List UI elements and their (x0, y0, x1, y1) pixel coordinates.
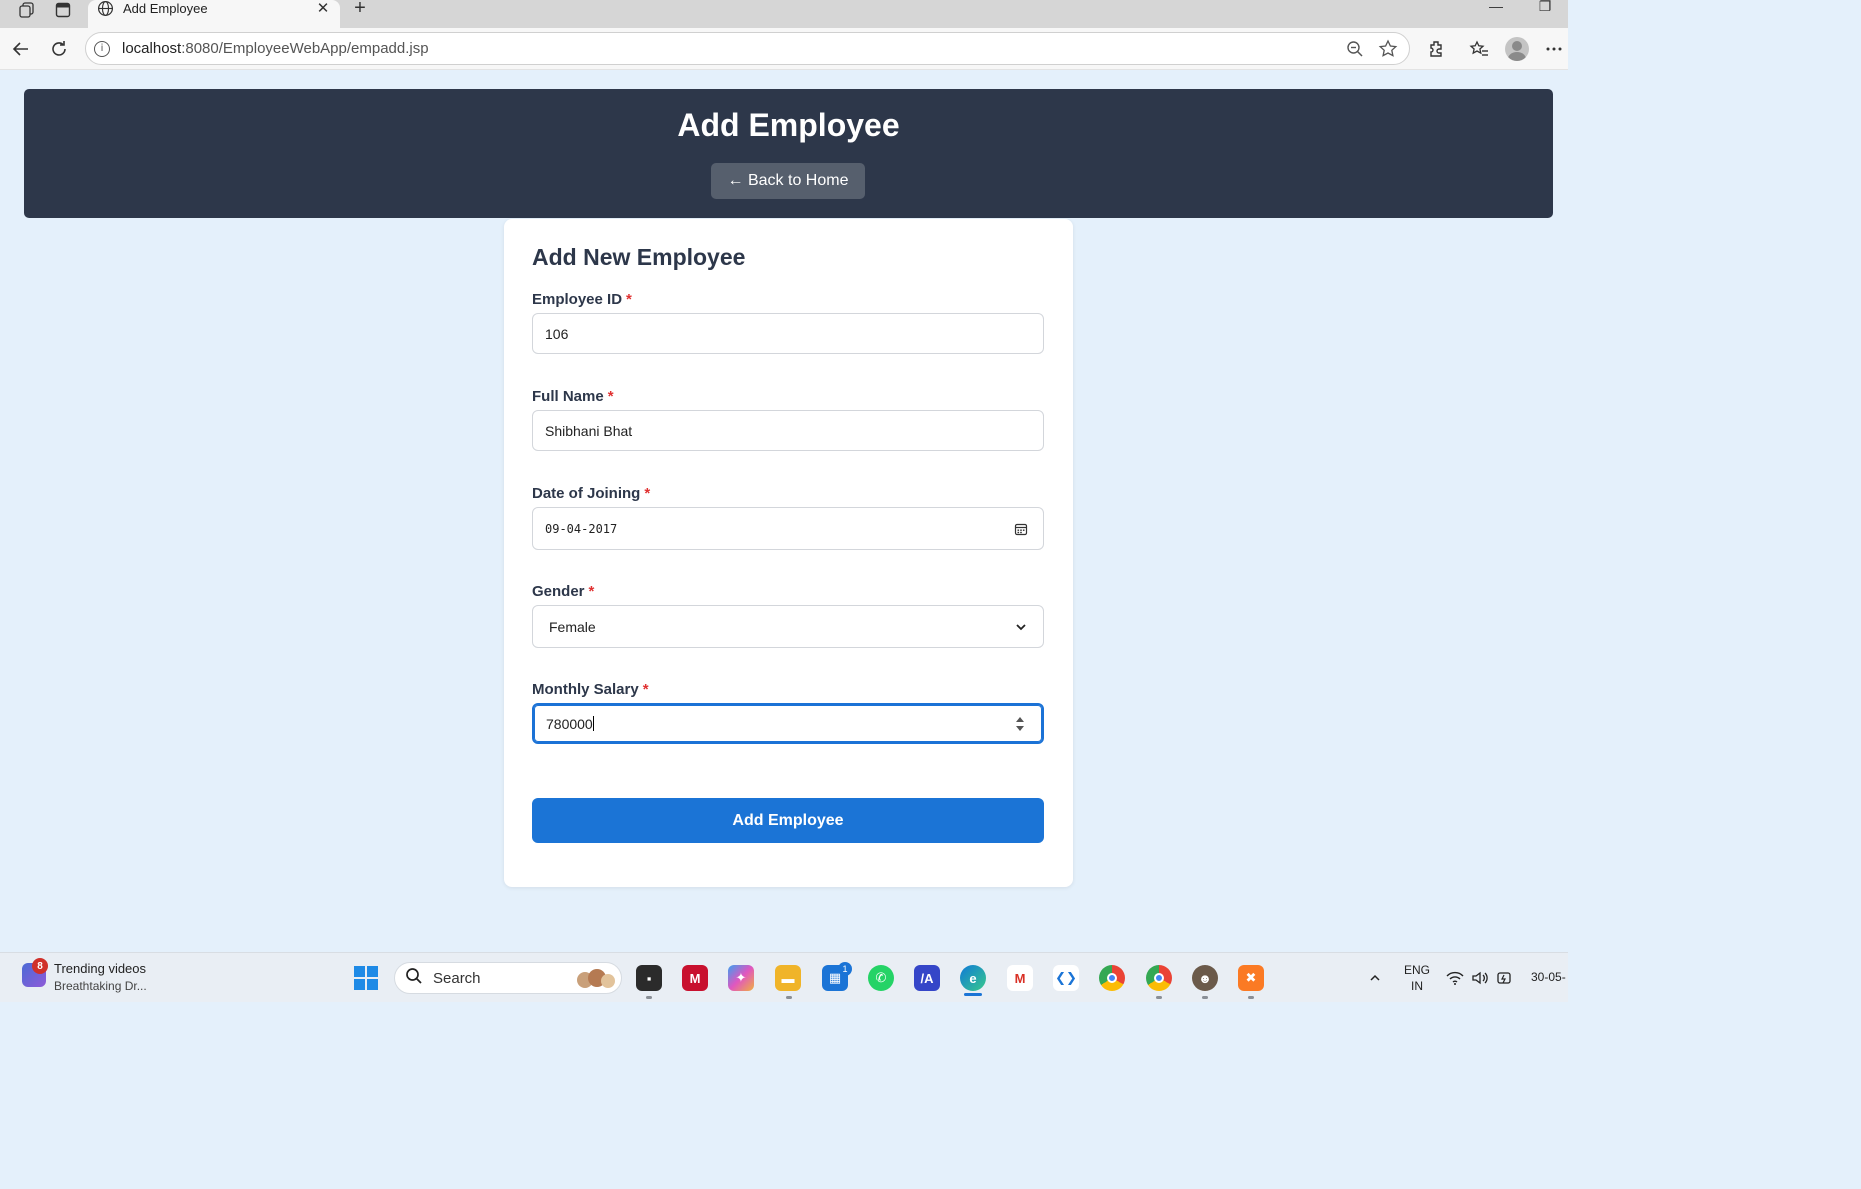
required-asterisk: * (642, 681, 649, 698)
app-avatar-icon[interactable]: ☻ (1192, 965, 1218, 991)
chrome-profile-icon[interactable] (1146, 965, 1172, 991)
employee-id-input[interactable]: 106 (532, 313, 1044, 354)
language-line1: ENG (1404, 963, 1431, 977)
employee-id-label-text: Employee ID (532, 291, 623, 308)
monthly-salary-input[interactable]: 780000 (532, 703, 1044, 744)
monthly-salary-value: 780000 (546, 715, 593, 732)
gender-value: Female (549, 618, 596, 635)
required-asterisk: * (644, 485, 651, 502)
restore-icon[interactable]: ❐ (1530, 0, 1560, 15)
windows-taskbar: 8 Trending videos Breathtaking Dr... Sea… (0, 952, 1568, 1002)
mcafee-icon[interactable]: M (682, 965, 708, 991)
date-of-joining-input[interactable]: 09-04-2017 (532, 507, 1044, 550)
employee-id-value: 106 (545, 325, 569, 342)
task-view-icon[interactable]: ▪ (636, 965, 662, 991)
gender-label-text: Gender (532, 583, 585, 600)
edge-browser-icon[interactable]: e (960, 965, 986, 991)
more-menu-icon[interactable] (1542, 37, 1566, 61)
url-host: localhost (122, 40, 182, 57)
required-asterisk: * (588, 583, 595, 600)
running-indicator (1248, 996, 1254, 999)
vertical-tabs-icon[interactable] (50, 0, 76, 20)
taskbar-search[interactable]: Search (394, 962, 622, 994)
required-asterisk: * (607, 388, 614, 405)
search-icon (405, 967, 423, 990)
refresh-icon[interactable] (46, 36, 72, 62)
page-body: Add Employee ← Back to Home Add New Empl… (4, 71, 1568, 948)
date-of-joining-label-text: Date of Joining (532, 485, 641, 502)
running-indicator (646, 996, 652, 999)
full-name-label: Full Name * (532, 388, 614, 405)
workspaces-icon[interactable] (14, 0, 40, 20)
battery-icon[interactable] (1496, 969, 1514, 987)
news-widget-subtitle: Breathtaking Dr... (54, 979, 147, 993)
add-employee-submit-button[interactable]: Add Employee (532, 798, 1044, 843)
windows-start-icon[interactable] (354, 966, 378, 990)
running-indicator (786, 996, 792, 999)
monthly-salary-label: Monthly Salary * (532, 681, 649, 698)
search-label: Search (433, 969, 481, 987)
profile-avatar[interactable] (1505, 37, 1529, 61)
browser-tab-bar: Add Employee ✕ + — ❐ (0, 0, 1568, 28)
favorite-star-icon[interactable] (1376, 37, 1400, 61)
calendar-icon[interactable] (1011, 519, 1031, 539)
full-name-label-text: Full Name (532, 388, 604, 405)
minimize-icon[interactable]: — (1481, 0, 1511, 14)
language-line2: IN (1411, 979, 1423, 993)
tab-close-icon[interactable]: ✕ (314, 0, 332, 17)
copilot-icon[interactable]: ✦ (728, 965, 754, 991)
news-badge: 8 (32, 958, 48, 974)
page-header: Add Employee ← Back to Home (24, 89, 1553, 218)
clock-date[interactable]: 30-05- (1531, 970, 1566, 984)
required-asterisk: * (626, 291, 632, 308)
add-employee-form: Add New Employee Employee ID * 106 Full N… (504, 219, 1073, 887)
back-arrow-icon[interactable] (8, 36, 34, 62)
news-widget-title[interactable]: Trending videos (54, 961, 146, 976)
favorites-icon[interactable] (1467, 37, 1491, 61)
date-of-joining-value: 09-04-2017 (545, 521, 618, 536)
number-spinner-icon[interactable] (1010, 714, 1030, 734)
active-app-indicator (964, 993, 982, 996)
running-indicator (1202, 996, 1208, 999)
url-path: :8080/EmployeeWebApp/empadd.jsp (181, 40, 429, 57)
date-of-joining-label: Date of Joining * (532, 485, 650, 502)
gmail-icon[interactable]: M (1007, 965, 1033, 991)
tab-add-employee[interactable]: Add Employee ✕ (88, 0, 340, 28)
xampp-icon[interactable]: ✖ (1238, 965, 1264, 991)
gender-select[interactable]: Female (532, 605, 1044, 648)
text-caret (592, 715, 594, 731)
form-title: Add New Employee (532, 244, 746, 270)
monthly-salary-value-wrap: 780000 (546, 715, 1010, 732)
file-explorer-icon[interactable]: ▬ (775, 965, 801, 991)
chrome-icon[interactable] (1099, 965, 1125, 991)
language-indicator[interactable]: ENG IN (1404, 963, 1430, 993)
wifi-icon[interactable] (1446, 969, 1464, 987)
page-title: Add Employee (677, 107, 900, 143)
chevron-up-icon[interactable] (1366, 969, 1384, 987)
full-name-value: Shibhani Bhat (545, 422, 633, 439)
whatsapp-icon[interactable]: ✆ (868, 965, 894, 991)
url-text: localhost:8080/EmployeeWebApp/empadd.jsp (122, 40, 1343, 57)
extensions-icon[interactable] (1424, 37, 1448, 61)
running-indicator (1156, 996, 1162, 999)
new-tab-icon[interactable]: + (348, 0, 372, 20)
zoom-out-icon[interactable] (1343, 37, 1367, 61)
gender-label: Gender * (532, 583, 594, 600)
power-automate-icon[interactable]: /A (914, 965, 940, 991)
store-badge: 1 (838, 962, 852, 976)
site-info-icon[interactable]: i (94, 40, 110, 57)
search-highlight-icon (577, 969, 615, 988)
chevron-down-icon (1011, 617, 1031, 637)
vscode-icon[interactable]: ❮❯ (1053, 965, 1079, 991)
tab-title: Add Employee (123, 0, 208, 16)
globe-icon (96, 0, 114, 23)
address-bar[interactable]: i localhost:8080/EmployeeWebApp/empadd.j… (85, 32, 1410, 65)
volume-icon[interactable] (1471, 969, 1489, 987)
full-name-input[interactable]: Shibhani Bhat (532, 410, 1044, 451)
employee-id-label: Employee ID * (532, 291, 632, 308)
back-to-home-button[interactable]: ← Back to Home (711, 163, 865, 199)
browser-toolbar: i localhost:8080/EmployeeWebApp/empadd.j… (0, 28, 1568, 70)
monthly-salary-label-text: Monthly Salary (532, 681, 639, 698)
